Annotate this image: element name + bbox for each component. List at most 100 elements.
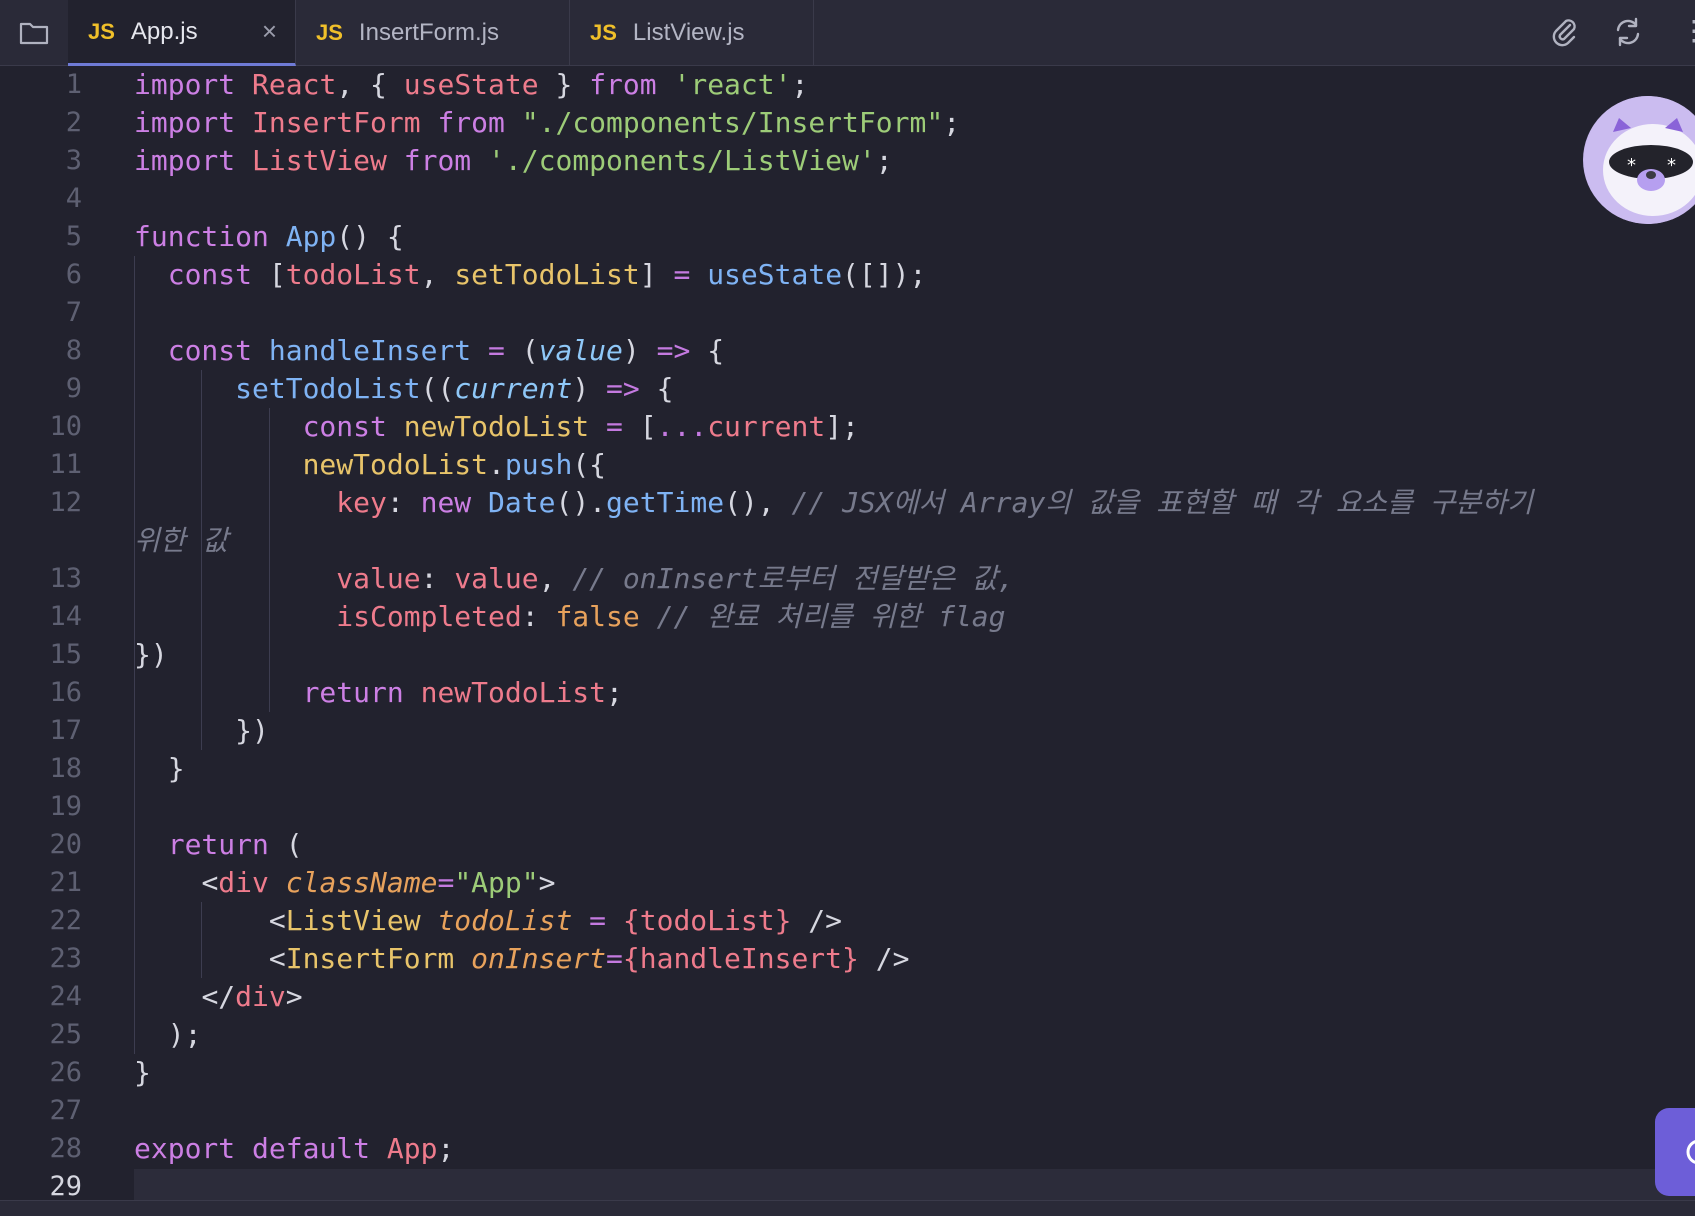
code-token: , [420,258,455,291]
line-number: 18 [49,753,82,784]
code-token: current [707,410,826,443]
code-token: ); [134,1018,202,1051]
code-line-wrap[interactable]: 위한 값 [134,522,228,560]
more-options-icon[interactable]: ⋮ [1680,16,1695,46]
code-token: ListView [252,144,387,177]
code-token: from [403,144,472,177]
code-token: div [218,866,269,899]
code-token: 'react' [673,68,792,101]
code-line[interactable]: } [134,1054,151,1092]
line-number: 19 [49,791,82,822]
code-token: // JSX에서 Array의 값을 표현할 때 각 요소를 구분하기 [791,486,1533,519]
code-token: setTodoList [454,258,640,291]
code-token: div [235,980,286,1013]
line-number: 22 [49,905,82,936]
code-line[interactable]: <div className="App"> [134,864,555,902]
code-line[interactable]: export default App; [134,1130,454,1168]
code-line[interactable]: return newTodoList; [134,674,623,712]
code-token: className [285,866,438,899]
code-line[interactable]: value: value, // onInsert로부터 전달받은 값, [134,560,1014,598]
line-number: 21 [49,867,82,898]
code-line[interactable]: import React, { useState } from 'react'; [134,66,808,104]
line-number: 28 [49,1133,82,1164]
code-line[interactable]: <ListView todoList = {todoList} /> [134,902,842,940]
code-token: todoList [437,904,573,937]
code-line[interactable]: return ( [134,826,303,864]
code-token: React [252,68,337,101]
code-token: newTodoList [403,410,590,443]
tab-insertform-js[interactable]: JS InsertForm.js [296,0,570,66]
code-token: const [167,334,253,367]
code-token: => [606,372,640,405]
code-line[interactable]: import ListView from './components/ListV… [134,142,893,180]
code-line[interactable]: ); [134,1016,202,1054]
code-line[interactable]: </div> [134,978,302,1016]
code-token: : [420,562,455,595]
code-token: = [589,904,607,937]
code-token: ; [943,106,961,139]
code-token: > [538,866,556,899]
code-line[interactable]: const [todoList, setTodoList] = useState… [134,256,927,294]
code-line[interactable]: import InsertForm from "./components/Ins… [134,104,960,142]
code-token: default [252,1132,371,1165]
chat-button[interactable] [1655,1108,1695,1196]
svg-text:*: * [1667,155,1676,176]
code-token: </ [201,980,236,1013]
line-number: 10 [49,411,82,442]
code-token: ( [268,828,303,861]
code-token: } [134,752,185,785]
line-number: 26 [49,1057,82,1088]
code-line[interactable]: newTodoList.push({ [134,446,606,484]
code-token: , { [336,68,404,101]
line-number: 6 [65,259,82,290]
code-line[interactable]: isCompleted: false // 완료 처리를 위한 flag [134,598,1005,636]
close-icon[interactable]: × [262,16,277,47]
code-token: ([]); [842,258,927,291]
code-line[interactable]: function App() { [134,218,404,256]
code-token: } [134,1056,151,1089]
code-token: current [454,372,573,405]
refresh-icon[interactable] [1610,14,1646,50]
code-token: new [420,486,472,519]
code-token: from [437,106,505,139]
paperclip-icon[interactable] [1546,14,1582,50]
code-token: {handleInsert} [622,942,859,975]
indent-guide [201,902,202,978]
line-number: 17 [49,715,82,746]
code-token: InsertForm [285,942,455,975]
line-number: 7 [65,297,82,328]
code-token: = [606,410,623,443]
code-token: = [437,866,455,899]
code-token: : [521,600,556,633]
code-token: false [555,600,640,633]
tab-app-js[interactable]: JS App.js × [68,0,296,66]
code-token: ; [437,1132,455,1165]
code-line[interactable]: }) [134,636,168,674]
line-number: 12 [49,487,82,518]
code-line[interactable]: const newTodoList = [...current]; [134,408,859,446]
code-line[interactable]: <InsertForm onInsert={handleInsert} /> [134,940,910,978]
indent-guide [269,408,270,712]
code-token: < [201,866,219,899]
code-line[interactable]: } [134,750,185,788]
code-token: const [167,258,253,291]
code-token: ] [639,258,674,291]
code-editor[interactable]: 1 2 3 4 5 6 7 8 9 10 11 12 13 14 15 16 17 18 19 20 21 22 23 24 2… [0,66,1695,1200]
code-line[interactable]: key: new Date().getTime(), // JSX에서 Arra… [134,484,1533,522]
code-line[interactable]: const handleInsert = (value) => { [134,332,724,370]
folder-icon[interactable] [0,0,68,66]
tab-label: App.js [130,17,198,45]
code-token: ListView [285,904,421,937]
code-line[interactable]: setTodoList((current) => { [134,370,673,408]
tab-listview-js[interactable]: JS ListView.js [570,0,814,66]
